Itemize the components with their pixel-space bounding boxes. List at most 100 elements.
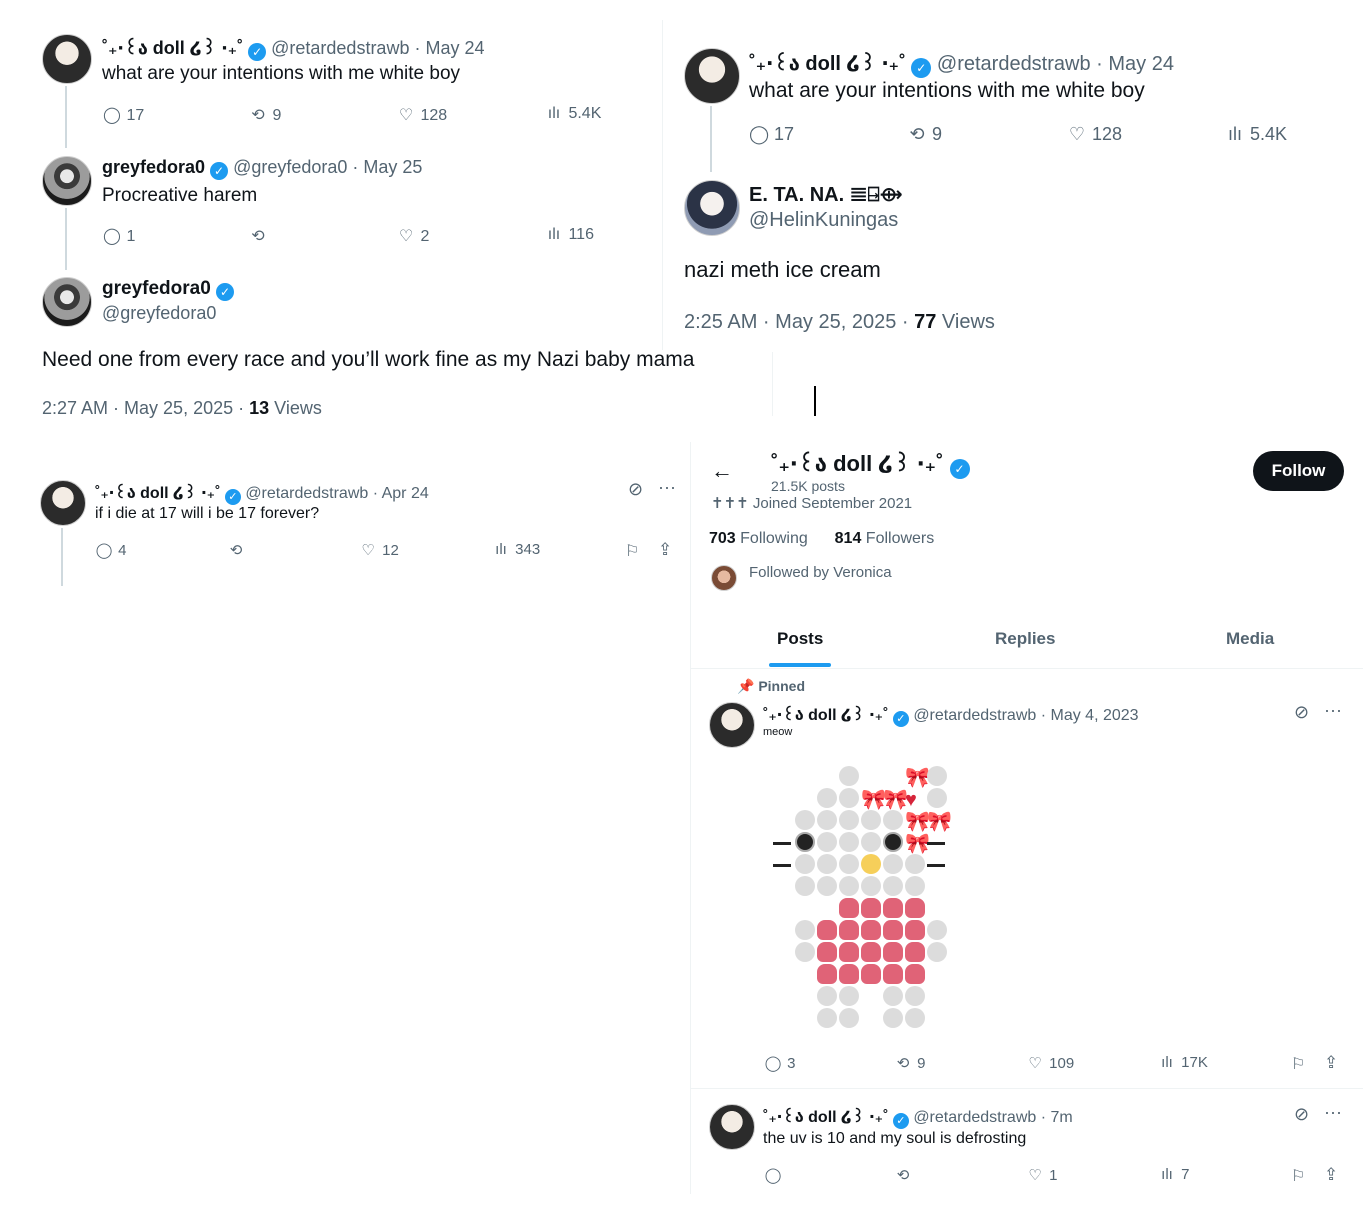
more-icon[interactable]: ··· xyxy=(1324,1102,1342,1123)
repost-button[interactable]: ⟲ xyxy=(248,226,268,246)
handle-date[interactable]: @retardedstrawb · May 24 xyxy=(937,53,1174,75)
emoji-art-cell xyxy=(905,986,925,1006)
active-tab-indicator xyxy=(769,663,831,667)
handle[interactable]: @HelinKuningas xyxy=(749,209,898,232)
reply-count: 17 xyxy=(774,124,795,144)
handle-date[interactable]: @greyfedora0 · May 25 xyxy=(233,157,422,177)
timestamp[interactable]: 2:25 AM · May 25, 2025 · xyxy=(684,311,914,333)
emoji-art-cell xyxy=(839,810,859,830)
display-name[interactable]: ˚₊‧꒰ა doll ໒꒱ ‧₊˚ xyxy=(102,38,243,58)
share-icon[interactable]: ⇪ xyxy=(1324,1165,1338,1185)
emoji-art-cell xyxy=(883,964,903,984)
following-link[interactable]: 703 Following xyxy=(709,530,808,547)
bookmark-icon[interactable]: ⚐ xyxy=(1291,1166,1305,1186)
reply-button[interactable]: ◯ 3 xyxy=(763,1054,796,1072)
handle[interactable]: @greyfedora0 xyxy=(102,303,216,324)
handle-date[interactable]: @retardedstrawb · May 24 xyxy=(271,38,484,58)
tab-replies[interactable]: Replies xyxy=(995,629,1055,649)
views-button[interactable]: ılı 5.4K xyxy=(1225,124,1287,145)
like-button[interactable]: ♡ 128 xyxy=(1067,124,1122,145)
avatar[interactable] xyxy=(684,180,740,236)
like-count: 2 xyxy=(420,228,430,245)
reply-button[interactable]: ◯ 4 xyxy=(94,541,127,559)
repost-button[interactable]: ⟲ 9 xyxy=(248,105,281,125)
repost-icon: ⟲ xyxy=(251,107,265,124)
avatar[interactable] xyxy=(42,277,92,327)
emoji-art-cell xyxy=(927,920,947,940)
display-name[interactable]: ˚₊‧꒰ა doll ໒꒱ ‧₊˚ xyxy=(95,485,220,502)
like-button[interactable]: ♡ 12 xyxy=(358,541,399,559)
tab-media[interactable]: Media xyxy=(1226,629,1274,649)
emoji-art-cell xyxy=(883,810,903,830)
emoji-art-cell xyxy=(861,810,881,830)
emoji-art-cell xyxy=(883,942,903,962)
grok-icon[interactable]: ⊘ xyxy=(628,479,643,500)
grok-icon[interactable]: ⊘ xyxy=(1294,702,1309,723)
like-button[interactable]: ♡ 109 xyxy=(1025,1054,1074,1072)
tweet-header: ˚₊‧꒰ა doll ໒꒱ ‧₊˚ ✓ @retardedstrawb · Ma… xyxy=(763,703,1139,727)
verified-badge-icon: ✓ xyxy=(224,489,241,505)
like-button[interactable]: ♡ 128 xyxy=(396,105,447,125)
handle-date[interactable]: @retardedstrawb · 7m xyxy=(913,1109,1072,1126)
display-name[interactable]: ˚₊‧꒰ა doll ໒꒱ ‧₊˚ xyxy=(763,1109,888,1126)
emoji-art-cell xyxy=(839,854,859,874)
handle-date[interactable]: @retardedstrawb · Apr 24 xyxy=(245,485,428,502)
emoji-art-cell xyxy=(795,832,815,852)
tweet-text: what are your intentions with me white b… xyxy=(102,63,461,84)
like-button[interactable]: ♡ 1 xyxy=(1025,1166,1057,1184)
like-count: 12 xyxy=(382,542,399,559)
repost-button[interactable]: ⟲ xyxy=(226,541,246,559)
views-button[interactable]: ılı 17K xyxy=(1157,1054,1208,1071)
repost-button[interactable]: ⟲ 9 xyxy=(893,1054,926,1072)
avatar[interactable] xyxy=(40,480,86,526)
display-name[interactable]: greyfedora0 xyxy=(102,278,211,299)
repost-button[interactable]: ⟲ 9 xyxy=(907,124,942,145)
post-count: 21.5K posts xyxy=(771,478,845,494)
repost-button[interactable]: ⟲ xyxy=(893,1166,913,1184)
more-icon[interactable]: ··· xyxy=(1324,700,1342,721)
views-number: 13 xyxy=(249,398,270,418)
like-button[interactable]: ♡ 2 xyxy=(396,226,430,246)
back-arrow-icon[interactable]: ← xyxy=(711,458,733,484)
emoji-art-cell xyxy=(883,832,903,852)
avatar[interactable] xyxy=(42,34,92,84)
emoji-art-cell xyxy=(839,832,859,852)
reply-button[interactable]: ◯ 17 xyxy=(102,105,144,125)
emoji-art-cell xyxy=(883,920,903,940)
follow-stats: 703 Following 814 Followers xyxy=(709,530,934,548)
views-button[interactable]: ılı 7 xyxy=(1157,1166,1189,1183)
timestamp[interactable]: 2:27 AM · May 25, 2025 · xyxy=(42,398,249,418)
display-name: ˚₊‧꒰ა doll ໒꒱ ‧₊˚ xyxy=(771,451,944,476)
avatar[interactable] xyxy=(711,565,737,591)
reply-icon: ◯ xyxy=(103,107,121,124)
followed-by[interactable]: Followed by Veronica xyxy=(749,564,892,581)
display-name[interactable]: ˚₊‧꒰ა doll ໒꒱ ‧₊˚ xyxy=(749,53,906,75)
avatar[interactable] xyxy=(684,48,740,104)
handle-date[interactable]: @retardedstrawb · May 4, 2023 xyxy=(913,707,1138,724)
bookmark-icon[interactable]: ⚐ xyxy=(625,541,639,561)
reply-button[interactable]: ◯ xyxy=(763,1166,783,1184)
display-name[interactable]: ˚₊‧꒰ა doll ໒꒱ ‧₊˚ xyxy=(763,707,888,724)
emoji-art-cell xyxy=(861,920,881,940)
avatar[interactable] xyxy=(709,1104,755,1150)
avatar[interactable] xyxy=(42,156,92,206)
avatar[interactable] xyxy=(709,702,755,748)
display-name[interactable]: E. TA. NA. 𝌆⍈⟴ xyxy=(749,182,903,207)
tab-posts[interactable]: Posts xyxy=(777,629,823,649)
display-name[interactable]: greyfedora0 xyxy=(102,157,205,177)
grok-icon[interactable]: ⊘ xyxy=(1294,1104,1309,1125)
more-icon[interactable]: ··· xyxy=(658,477,676,498)
tweet-text: if i die at 17 will i be 17 forever? xyxy=(95,505,320,522)
bookmark-icon[interactable]: ⚐ xyxy=(1291,1054,1305,1074)
share-icon[interactable]: ⇪ xyxy=(658,540,672,560)
views-button[interactable]: ılı 5.4K xyxy=(544,105,602,123)
followers-link[interactable]: 814 Followers xyxy=(835,530,935,547)
like-count: 128 xyxy=(1092,124,1123,144)
views-button[interactable]: ılı 116 xyxy=(544,226,594,244)
reply-button[interactable]: ◯ 1 xyxy=(102,226,135,246)
reply-button[interactable]: ◯ 17 xyxy=(749,124,794,145)
share-icon[interactable]: ⇪ xyxy=(1324,1053,1338,1073)
views-button[interactable]: ılı 343 xyxy=(491,541,540,558)
follow-button[interactable]: Follow xyxy=(1253,451,1344,491)
emoji-art-cell xyxy=(927,788,947,808)
